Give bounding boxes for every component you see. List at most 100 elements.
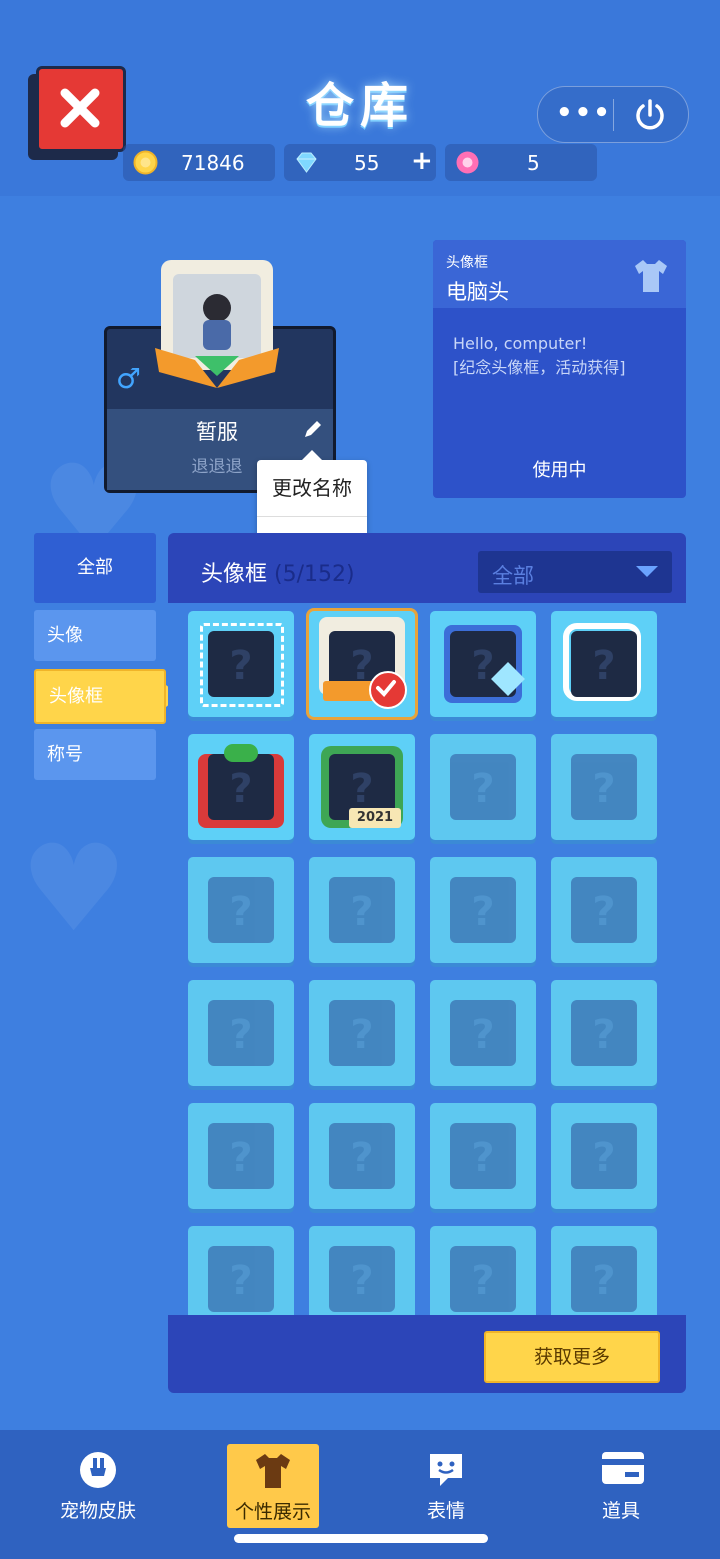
placeholder-avatar-icon: ? — [471, 1135, 495, 1181]
placeholder-avatar-icon: ? — [471, 889, 495, 935]
placeholder-avatar-icon: ? — [592, 1135, 616, 1181]
emoji-chat-icon — [430, 1454, 462, 1486]
placeholder-avatar-icon: ? — [229, 1258, 253, 1304]
token-value: 5 — [527, 151, 540, 175]
frame-preview: ? — [450, 1123, 516, 1189]
frame-list-panel: 头像框 (5/152) 全部 ? ? ? ? ? ? 2021 ? ? ? ? … — [168, 533, 686, 1393]
placeholder-avatar-icon: ? — [229, 889, 253, 935]
frame-tile[interactable]: ? — [430, 611, 536, 717]
frame-preview: ? — [571, 631, 637, 697]
frame-tile-locked[interactable]: ? — [309, 1103, 415, 1209]
frame-tile-default[interactable]: ? — [188, 611, 294, 717]
nav-label: 宠物皮肤 — [59, 1500, 136, 1522]
placeholder-avatar-icon: ? — [350, 766, 374, 812]
frame-grid[interactable]: ? ? ? ? ? ? 2021 ? ? ? ? ? ? ? ? ? ? ? ?… — [168, 603, 686, 1315]
filter-value: 全部 — [492, 564, 534, 588]
frame-preview: ? — [329, 1123, 395, 1189]
tab-label: 头像框 — [49, 686, 103, 707]
placeholder-avatar-icon: ? — [592, 1012, 616, 1058]
mini-program-capsule: ••• — [537, 86, 689, 143]
frame-tile[interactable]: ? 2021 — [309, 734, 415, 840]
frame-preview: ? — [208, 1000, 274, 1066]
frame-tile-locked[interactable]: ? — [188, 1226, 294, 1315]
tab-avatar-frame[interactable]: 头像框 — [34, 669, 166, 724]
frame-tile-locked[interactable]: ? — [309, 857, 415, 963]
frame-preview: ? — [329, 877, 395, 943]
nav-pet-skin[interactable]: 宠物皮肤 — [38, 1430, 158, 1535]
item-category: 头像框 — [446, 255, 488, 271]
placeholder-avatar-icon: ? — [229, 1135, 253, 1181]
power-icon — [636, 99, 664, 130]
frame-tile-computer-head[interactable]: ? — [309, 611, 415, 717]
frame-preview: ? — [450, 1000, 516, 1066]
tab-label: 称号 — [47, 744, 83, 765]
placeholder-avatar-icon: ? — [350, 1258, 374, 1304]
frame-tile-locked[interactable]: ? — [551, 857, 657, 963]
tab-avatar[interactable]: 头像 — [34, 610, 156, 661]
power-button[interactable] — [632, 97, 668, 137]
frame-tile[interactable]: ? — [551, 611, 657, 717]
placeholder-avatar-icon: ? — [592, 1258, 616, 1304]
frame-preview: ? — [208, 754, 274, 820]
frame-tile-locked[interactable]: ? — [430, 1226, 536, 1315]
frame-tile-locked[interactable]: ? — [188, 857, 294, 963]
gender-icon[interactable]: ♂ — [116, 362, 141, 395]
placeholder-avatar-icon: ? — [350, 1012, 374, 1058]
nav-emoji[interactable]: 表情 — [386, 1430, 506, 1535]
placeholder-avatar-icon: ? — [350, 1135, 374, 1181]
frame-tile-locked[interactable]: ? — [430, 980, 536, 1086]
frame-tile-locked[interactable]: ? — [430, 857, 536, 963]
filter-dropdown[interactable]: 全部 — [478, 551, 672, 593]
placeholder-avatar-icon: ? — [592, 643, 616, 689]
more-button[interactable]: ••• — [556, 98, 612, 128]
nav-items[interactable]: 道具 — [561, 1430, 681, 1535]
frame-tile-locked[interactable]: ? — [188, 1103, 294, 1209]
frame-tile-locked[interactable]: ? — [309, 980, 415, 1086]
item-name: 电脑头 — [446, 280, 509, 304]
avatar[interactable] — [155, 256, 279, 388]
card-icon — [602, 1452, 644, 1484]
add-diamond-button[interactable]: + — [411, 146, 433, 176]
frame-tile-locked[interactable]: ? — [551, 1103, 657, 1209]
coin-icon — [133, 150, 158, 175]
heart-bg-icon: ♥ — [20, 820, 128, 959]
shirt-icon — [635, 260, 667, 292]
tab-all[interactable]: 全部 — [34, 533, 156, 603]
frame-preview: ? — [208, 877, 274, 943]
item-status[interactable]: 使用中 — [433, 456, 686, 482]
frame-tile-locked[interactable]: ? — [430, 1103, 536, 1209]
bow-icon — [224, 744, 258, 762]
frame-tile-locked[interactable]: ? — [188, 980, 294, 1086]
panel-title: 头像框 (5/152) — [201, 556, 355, 588]
nav-personal-display[interactable]: 个性展示 — [227, 1444, 319, 1528]
dashed-frame-icon — [200, 623, 284, 707]
frame-tile-locked[interactable]: ? — [551, 1226, 657, 1315]
warehouse-screen: ♥ ♥ ♥ 仓库 ••• 71846 — [0, 0, 720, 1559]
nav-label: 个性展示 — [234, 1501, 311, 1523]
diamond-icon — [296, 152, 317, 173]
frame-preview: ? — [571, 1246, 637, 1312]
edit-icon[interactable] — [302, 418, 324, 440]
tab-label: 头像 — [47, 625, 83, 646]
tab-title[interactable]: 称号 — [34, 729, 156, 780]
placeholder-avatar-icon: ? — [229, 766, 253, 812]
item-description: Hello, computer! [纪念头像框，活动获得] — [453, 332, 673, 380]
frame-preview: ? — [208, 1123, 274, 1189]
coin-value: 71846 — [181, 151, 245, 175]
frame-tile-locked[interactable]: ? — [309, 1226, 415, 1315]
home-indicator — [234, 1534, 488, 1543]
rename-menu-item[interactable]: 更改名称 — [257, 460, 367, 516]
frame-tile[interactable]: ? — [188, 734, 294, 840]
frame-preview: ? — [208, 1246, 274, 1312]
get-more-button[interactable]: 获取更多 — [484, 1331, 660, 1383]
frame-tile-locked[interactable]: ? — [430, 734, 536, 840]
frame-preview: ? — [450, 877, 516, 943]
frame-tile-locked[interactable]: ? — [551, 980, 657, 1086]
frame-preview: ? — [450, 754, 516, 820]
token-counter: 5 — [445, 144, 597, 181]
nav-label: 表情 — [426, 1500, 465, 1522]
diamond-counter: 55 + — [284, 144, 436, 181]
frame-tile-locked[interactable]: ? — [551, 734, 657, 840]
shirt-icon — [256, 1454, 290, 1488]
placeholder-avatar-icon: ? — [592, 766, 616, 812]
